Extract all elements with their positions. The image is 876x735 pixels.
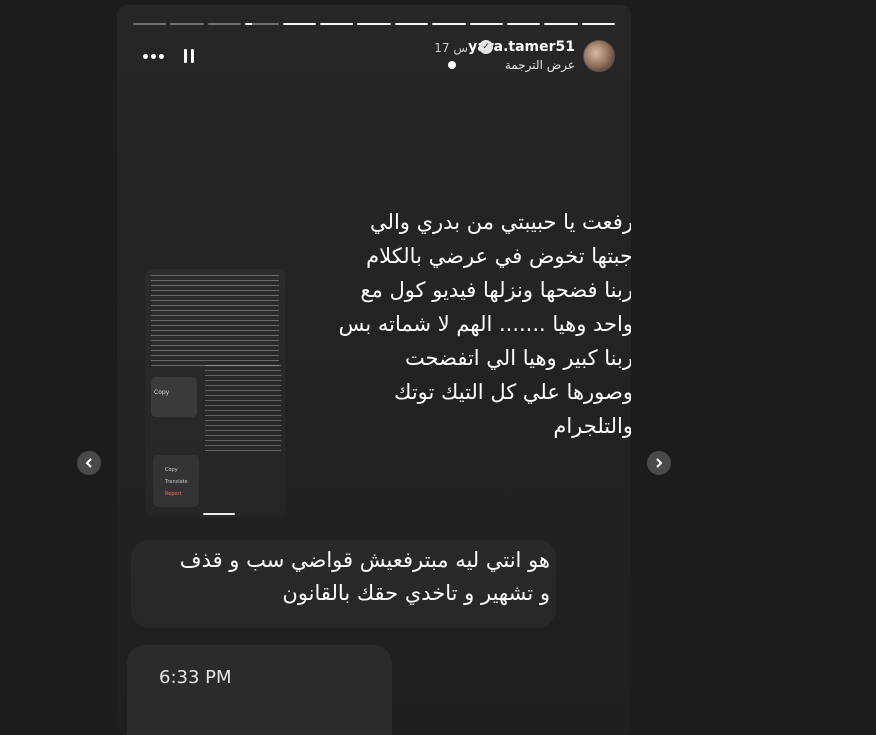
- reply-line: و تشهير و تاخدي حقك بالقانون: [282, 581, 550, 605]
- caption-line: وصورها علي كل التيك توتك: [394, 380, 631, 404]
- caption-line: جبتها تخوض في عرضي بالكلام: [366, 244, 631, 268]
- reply-line: هو انتي ليه مبترفعيش قواضي سب و قذف: [179, 548, 550, 572]
- thumbnail-context-menu: [151, 377, 197, 417]
- thumbnail-menu-item: Copy: [165, 467, 178, 473]
- progress-segment: [357, 23, 391, 25]
- thumbnail-context-menu: Copy Translate Report: [153, 455, 199, 507]
- thumbnail-menu-item: Translate: [165, 479, 188, 485]
- caption-line: واحد وهيا ....... الهم لا شماته بس: [338, 312, 631, 336]
- thumbnail-message-text: [205, 365, 281, 455]
- time-card: 6:33 PM: [127, 645, 392, 735]
- translate-dot-icon: [448, 61, 456, 69]
- see-translation-link[interactable]: عرض الترجمة: [505, 58, 575, 72]
- progress-segment: [432, 23, 466, 25]
- progress-segment: [394, 23, 429, 25]
- story-viewer[interactable]: yara.tamer51 ✓ 17 س عرض الترجمة رفعت يا …: [117, 5, 631, 735]
- story-progress-bar: [133, 23, 616, 25]
- progress-segment: [469, 23, 503, 25]
- card-time: 6:33 PM: [159, 667, 232, 688]
- caption-line: والتلجرام: [553, 414, 631, 438]
- avatar[interactable]: [583, 40, 615, 72]
- pause-icon[interactable]: [184, 49, 196, 63]
- reply-text: هو انتي ليه مبترفعيش قواضي سب و قذف و تش…: [131, 544, 556, 610]
- previous-story-button[interactable]: [77, 451, 101, 475]
- progress-segment: [170, 23, 204, 25]
- reply-bubble: هو انتي ليه مبترفعيش قواضي سب و قذف و تش…: [131, 540, 556, 628]
- progress-segment: [506, 23, 541, 25]
- more-options-icon[interactable]: [143, 54, 165, 60]
- progress-segment: [207, 23, 242, 25]
- thumbnail-message-text: [151, 275, 279, 367]
- story-header: yara.tamer51 ✓ 17 س عرض الترجمة: [117, 35, 631, 79]
- thumbnail-menu-item: Report: [165, 491, 182, 497]
- chevron-right-icon: [656, 458, 663, 468]
- progress-segment: [245, 23, 279, 25]
- post-time: 17 س: [434, 41, 468, 55]
- progress-segment: [133, 23, 167, 25]
- next-story-button[interactable]: [647, 451, 671, 475]
- progress-segment: [319, 23, 354, 25]
- chat-screenshot-thumbnail: Copy Copy Translate Report: [145, 269, 285, 517]
- progress-segment: [581, 23, 616, 25]
- caption-line: ربنا كبير وهيا الي اتفضحت: [404, 346, 631, 370]
- caption-line: رفعت يا حبيبتي من بدري والي: [370, 210, 631, 234]
- progress-segment: [282, 23, 316, 25]
- verified-badge-icon: ✓: [479, 40, 493, 54]
- thumbnail-copy-label: Copy: [154, 389, 170, 396]
- story-caption: رفعت يا حبيبتي من بدري والي جبتها تخوض ف…: [307, 205, 631, 443]
- progress-segment: [544, 23, 578, 25]
- home-indicator: [203, 513, 235, 515]
- caption-line: ربنا فضحها ونزلها فيديو كول مع: [360, 278, 631, 302]
- chevron-left-icon: [85, 458, 92, 468]
